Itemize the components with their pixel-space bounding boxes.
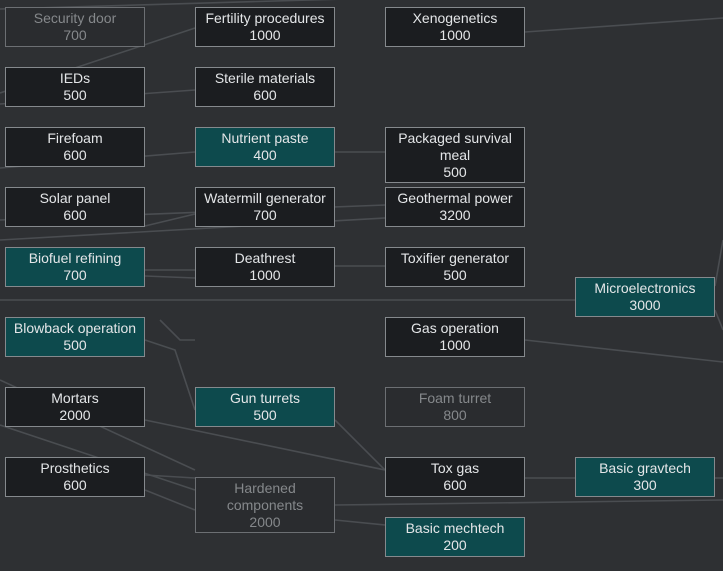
tech-cost: 700	[63, 267, 87, 283]
tech-name: Fertility procedures	[205, 10, 325, 26]
tech-name: Nutrient paste	[221, 130, 309, 146]
tech-node-basic-mechtech[interactable]: Basic mechtech 200	[385, 517, 525, 557]
tech-name: Hardened components	[226, 479, 304, 513]
tech-name: Toxifier generator	[400, 250, 510, 266]
tech-node-prosthetics[interactable]: Prosthetics 600	[5, 457, 145, 497]
tech-cost: 700	[253, 207, 277, 223]
tech-name: Xenogenetics	[412, 10, 498, 26]
tech-cost: 3000	[629, 297, 661, 313]
tech-cost: 400	[253, 147, 277, 163]
tech-name: Sterile materials	[214, 70, 316, 86]
tech-cost: 500	[443, 163, 467, 180]
tech-name: Basic mechtech	[405, 520, 505, 536]
tech-name: Tox gas	[430, 460, 480, 476]
tech-node-hardened-components[interactable]: Hardened components 2000	[195, 477, 335, 533]
tech-name: Basic gravtech	[599, 460, 691, 476]
tech-cost: 2000	[249, 513, 281, 530]
tech-node-ieds[interactable]: IEDs 500	[5, 67, 145, 107]
tech-node-mortars[interactable]: Mortars 2000	[5, 387, 145, 427]
tech-name: Gas operation	[411, 320, 499, 336]
tech-node-geothermal-power[interactable]: Geothermal power 3200	[385, 187, 525, 227]
tech-name: Prosthetics	[40, 460, 110, 476]
tech-node-xenogenetics[interactable]: Xenogenetics 1000	[385, 7, 525, 47]
tech-cost: 500	[253, 407, 277, 423]
tech-node-deathrest[interactable]: Deathrest 1000	[195, 247, 335, 287]
tech-cost: 700	[63, 27, 87, 43]
tech-cost: 3200	[439, 207, 471, 223]
tech-name: Biofuel refining	[28, 250, 122, 266]
tech-cost: 300	[633, 477, 657, 493]
tech-node-toxifier-generator[interactable]: Toxifier generator 500	[385, 247, 525, 287]
tech-node-microelectronics[interactable]: Microelectronics 3000	[575, 277, 715, 317]
tech-name: Geothermal power	[397, 190, 513, 206]
tech-node-foam-turret[interactable]: Foam turret 800	[385, 387, 525, 427]
tech-name: Watermill generator	[204, 190, 326, 206]
tech-node-security-door[interactable]: Security door 700	[5, 7, 145, 47]
tech-cost: 600	[63, 477, 87, 493]
tech-name: Gun turrets	[229, 390, 301, 406]
tech-cost: 500	[63, 87, 87, 103]
tech-cost: 500	[443, 267, 467, 283]
tech-cost: 200	[443, 537, 467, 553]
tech-name: Microelectronics	[594, 280, 696, 296]
tech-name: IEDs	[59, 70, 91, 86]
tech-name: Solar panel	[39, 190, 111, 206]
tech-node-nutrient-paste[interactable]: Nutrient paste 400	[195, 127, 335, 167]
tech-cost: 2000	[59, 407, 91, 423]
tech-node-biofuel-refining[interactable]: Biofuel refining 700	[5, 247, 145, 287]
tech-node-basic-gravtech[interactable]: Basic gravtech 300	[575, 457, 715, 497]
tech-cost: 1000	[439, 27, 471, 43]
tech-cost: 1000	[439, 337, 471, 353]
tech-cost: 600	[443, 477, 467, 493]
tech-cost: 600	[63, 207, 87, 223]
tech-name: Firefoam	[47, 130, 103, 146]
tech-cost: 1000	[249, 267, 281, 283]
tech-node-gas-operation[interactable]: Gas operation 1000	[385, 317, 525, 357]
tech-cost: 800	[443, 407, 467, 423]
tech-node-fertility-procedures[interactable]: Fertility procedures 1000	[195, 7, 335, 47]
tech-cost: 600	[253, 87, 277, 103]
tech-name: Foam turret	[418, 390, 492, 406]
tech-node-solar-panel[interactable]: Solar panel 600	[5, 187, 145, 227]
tech-node-blowback-operation[interactable]: Blowback operation 500	[5, 317, 145, 357]
tech-name: Packaged survival meal	[398, 129, 512, 163]
tech-name: Deathrest	[234, 250, 296, 266]
tech-node-watermill-generator[interactable]: Watermill generator 700	[195, 187, 335, 227]
tech-node-tox-gas[interactable]: Tox gas 600	[385, 457, 525, 497]
tech-cost: 600	[63, 147, 87, 163]
tech-name: Security door	[33, 10, 117, 26]
tech-name: Blowback operation	[13, 320, 137, 336]
tech-cost: 500	[63, 337, 87, 353]
tech-node-gun-turrets[interactable]: Gun turrets 500	[195, 387, 335, 427]
tech-cost: 1000	[249, 27, 281, 43]
tech-name: Mortars	[51, 390, 99, 406]
tech-node-firefoam[interactable]: Firefoam 600	[5, 127, 145, 167]
tech-node-sterile-materials[interactable]: Sterile materials 600	[195, 67, 335, 107]
tech-node-packaged-survival-meal[interactable]: Packaged survival meal 500	[385, 127, 525, 183]
